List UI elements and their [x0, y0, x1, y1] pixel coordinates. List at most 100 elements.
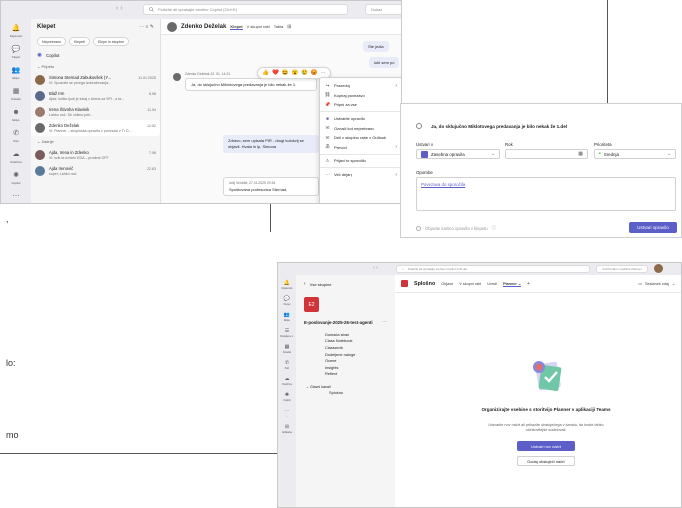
tab-whiteboard[interactable]: Tabla [274, 24, 284, 29]
tab-chat[interactable]: Klepet [230, 24, 243, 30]
reaction-emoji[interactable]: 👍 [262, 70, 269, 76]
nav-arrows[interactable]: ‹ › [373, 265, 378, 271]
recent-header[interactable]: ⌄ Zadnje [31, 136, 160, 147]
reaction-emoji[interactable]: 😢 [301, 70, 308, 76]
channel-item[interactable]: Insights [296, 364, 395, 371]
new-plan-button[interactable]: Ustvari nov načrt [517, 441, 575, 451]
search-input[interactable]: Poiščite ali vprašajte storitev Copilot … [143, 4, 348, 15]
compose-icon[interactable]: ✎ [150, 24, 154, 30]
task-title[interactable]: Ja, do sklujučno Miklotovega predavanja … [431, 124, 676, 129]
filter-chip[interactable]: Klepeti [68, 37, 90, 46]
channel-item[interactable]: Ocene [296, 357, 395, 364]
menu-item-outlook[interactable]: ✉ Deli v skupino rabe v Outlook [320, 133, 401, 143]
pinned-header[interactable]: ⌄ Pripeto [31, 61, 160, 72]
bucket-dropdown[interactable]: Zasebna opravila ⌄ [416, 149, 500, 159]
back-to-teams[interactable]: ‹ Vse skupine [296, 275, 395, 293]
tab-files[interactable]: Uvrsti [487, 282, 497, 286]
menu-item-more-actions[interactable]: ⋯ Več dejanj › [320, 170, 401, 180]
search-icon[interactable]: ⌕ [146, 24, 149, 30]
avatar[interactable] [654, 264, 663, 273]
rail-item-chat[interactable]: 💬 Klepet [278, 295, 296, 307]
menu-item-unread[interactable]: ✉ Označi kot neprebrano [320, 123, 401, 133]
menu-item-forward[interactable]: ↪ Posreduj › [320, 81, 401, 91]
reaction-emoji[interactable]: 😮 [291, 70, 298, 76]
top-right-button[interactable]: Vzdrževalno središče Planner [596, 265, 648, 273]
menu-item-pin[interactable]: 📌 Pripni za vse [320, 100, 401, 110]
channels-header[interactable]: ⌄ Glavni kanali [296, 377, 395, 389]
rail-item-calendar[interactable]: ▦ Koledar [1, 86, 31, 101]
post-card-checkbox[interactable] [416, 225, 421, 231]
rail-item-teams[interactable]: 👥 Ekipe [278, 311, 296, 323]
channel-item[interactable]: Dodeljene naloge [296, 351, 395, 358]
message-bubble-selected[interactable]: Ja, do sklujučno Miklotovega predavanja … [185, 78, 317, 91]
tab-shared[interactable]: V skupni rabi [247, 24, 270, 29]
copilot-item[interactable]: ✺ Copilot [31, 50, 160, 61]
add-tab-icon[interactable]: + [527, 281, 530, 287]
menu-item-report[interactable]: ⚠ Prijavi to sporočilo [320, 156, 401, 166]
menu-item-planner[interactable]: ■ Ustvarite opravilo [320, 114, 401, 124]
notes-textarea[interactable]: Povezava do sporočila [416, 177, 676, 211]
chat-list-item[interactable]: Zdenko Deželak Vi: Planner – skupinska op… [31, 120, 160, 136]
app-rail: 🔔 Dejavnost 💬 Klepet 👥 Ekipe ☰ Dodeljene n. ▦ Kol… [278, 275, 296, 507]
chat-list-item[interactable]: Simona Sternad Zabukovšek (Y... Vi: Spozn… [31, 72, 160, 88]
rail-item-people[interactable]: ☻ Ekipe [1, 107, 31, 123]
tab-shared[interactable]: V skupni rabi [459, 282, 481, 286]
rail-item-chat[interactable]: 💬 Klepet [1, 44, 31, 59]
channel-item[interactable]: Classwork [296, 344, 395, 351]
rail-item-phone[interactable]: ✆ Klici [1, 128, 31, 143]
rail-item-phone[interactable]: ✆ Klici [278, 359, 296, 371]
chat-list-item[interactable]: Ajda, Irena in Zdenko Vi: kvik ta uvršen … [31, 147, 160, 163]
nav-arrows[interactable]: ‹ › [116, 5, 123, 12]
rail-item-teams[interactable]: 👥 Ekipe [1, 65, 31, 80]
channel-item[interactable]: Reflect [296, 371, 395, 378]
avatar[interactable] [173, 73, 181, 81]
priority-dropdown[interactable]: • Srednja ⌄ [594, 149, 676, 159]
channel-item[interactable]: Class Notebook [296, 338, 395, 345]
more-reactions-icon[interactable]: ⋯ [321, 70, 326, 76]
message-bubble[interactable]: Zdravo, sem upisala PIR - drugi kolokvij… [223, 135, 319, 153]
due-date-picker[interactable]: ▦ [505, 149, 588, 159]
info-icon[interactable]: ⓘ [492, 225, 497, 231]
create-task-button[interactable]: Ustvari opravilo [629, 222, 677, 233]
team-avatar[interactable]: E2 [304, 297, 319, 312]
rail-item-cloud[interactable]: ☁ OneDrive [1, 149, 31, 164]
avatar[interactable] [167, 21, 177, 32]
add-existing-plan-button[interactable]: Dodaj obstoječi načrt [517, 456, 575, 466]
rail-item-cloud[interactable]: ☁ OneDrive [278, 375, 296, 387]
rail-item-bell[interactable]: 🔔 Dejavnost [1, 23, 31, 38]
channel-item[interactable]: Domača stran [296, 331, 395, 338]
reaction-emoji[interactable]: ❤️ [272, 70, 279, 76]
rail-item-apps[interactable]: ⊞ Aplikacije [278, 423, 296, 435]
post-card-option[interactable]: Objavite kartico opravila v klepetu ⓘ [416, 225, 496, 231]
meet-now-button[interactable]: ▭ Sestanek zdaj ⌄ [638, 281, 675, 287]
reaction-emoji[interactable]: 😆 [282, 70, 289, 76]
tab-posts[interactable]: Objave [441, 282, 453, 286]
menu-item-translate[interactable]: あ Prevod › [320, 143, 401, 153]
search-input[interactable]: ⌕ Poiščite ali vprašajte storitev Copilo… [396, 265, 590, 273]
reaction-emoji[interactable]: 😡 [311, 70, 318, 76]
rail-item-copilot[interactable]: ✺ Copilot [1, 170, 31, 185]
chat-list-actions[interactable]: ⋯ ⌕ ✎ [139, 24, 154, 30]
chat-list-item[interactable]: Blaž Irm Ajda: koliko ljudi je tukaj v Ar… [31, 88, 160, 104]
message-bubble[interactable]: Izbij Verdibil: 27.01.2025 20:54 Spoštov… [223, 177, 319, 196]
rail-item-calendar[interactable]: ▦ Koledar [278, 343, 296, 355]
add-tab-icon[interactable]: ⊞ [287, 24, 291, 30]
rail-item-more[interactable]: ⋯... [278, 407, 296, 419]
chat-list-item[interactable]: Ajda Irenovič super, Lahko noč 22.63 [31, 163, 160, 179]
chat-list-item[interactable]: Irena Štivoha Klavinik Lahko noč. Se vidi… [31, 104, 160, 120]
team-more-icon[interactable]: ⋯ [382, 319, 387, 325]
task-complete-checkbox[interactable] [416, 123, 422, 129]
rail-item-more[interactable]: ⋯... [1, 191, 31, 203]
message-bubble[interactable]: Ste jedla [363, 41, 389, 52]
rail-item-copilot[interactable]: ✺ Copilot [278, 391, 296, 403]
menu-item-link[interactable]: ⛓ Kopiraj povezavo [320, 91, 401, 101]
rail-item-bell[interactable]: 🔔 Dejavnost [278, 279, 296, 291]
top-right-button[interactable]: Dokaz [365, 4, 401, 15]
filter-chip[interactable]: Ekipe in skupine [92, 37, 130, 46]
message-link[interactable]: Povezava do sporočila [421, 182, 465, 187]
tab-planner[interactable]: Planner ⌄ [502, 281, 522, 287]
filter-chip[interactable]: Neprebrano [37, 37, 66, 46]
message-bubble[interactable]: lubi sem po [369, 57, 400, 68]
channel-item[interactable]: Splošno [300, 389, 395, 396]
rail-item-assign[interactable]: ☰ Dodeljene n. [278, 327, 296, 339]
